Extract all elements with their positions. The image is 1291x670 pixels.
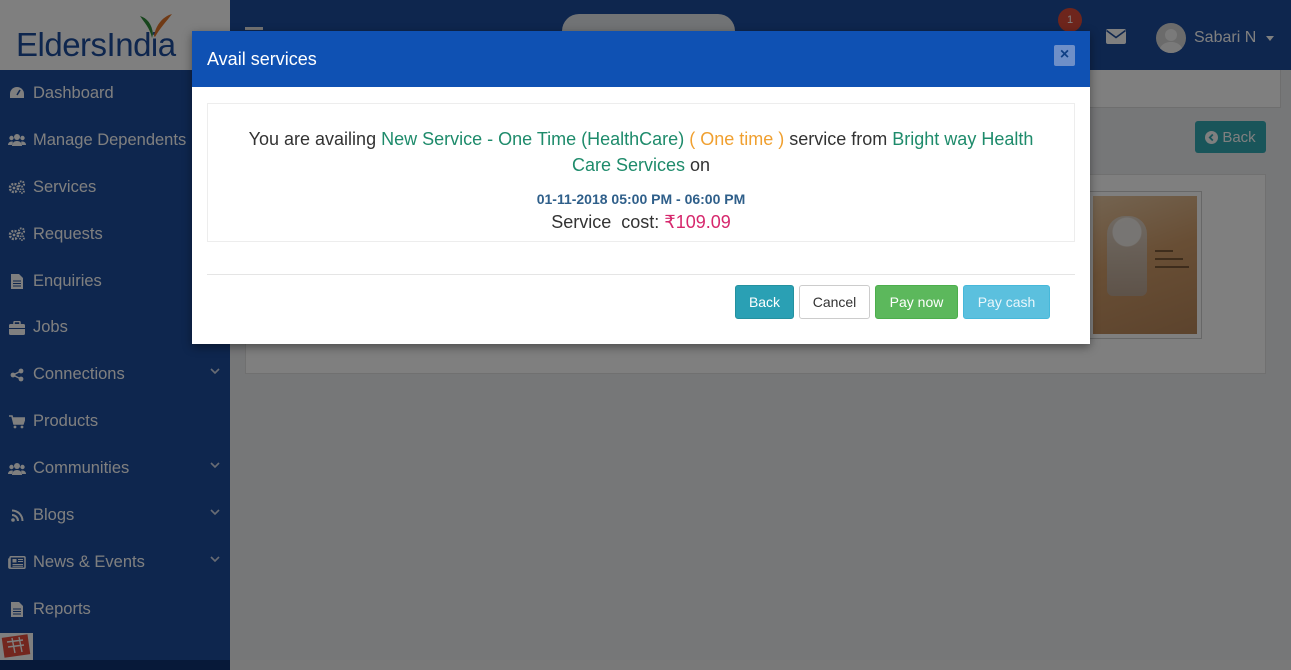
service-summary-box: You are availing New Service - One Time …: [207, 103, 1075, 242]
summary-suffix: on: [690, 155, 711, 175]
cost-value: ₹109.09: [664, 212, 731, 232]
close-icon[interactable]: ×: [1054, 45, 1075, 66]
modal-header: Avail services ×: [192, 31, 1090, 87]
pay-now-button[interactable]: Pay now: [875, 285, 958, 319]
modal-body: You are availing New Service - One Time …: [192, 87, 1090, 242]
cost-label: Service cost:: [551, 212, 660, 232]
service-cost: Service cost: ₹109.09: [208, 212, 1074, 233]
service-frequency: ( One time ): [689, 129, 785, 149]
service-datetime: 01-11-2018 05:00 PM - 06:00 PM: [536, 191, 746, 207]
service-summary-text: You are availing New Service - One Time …: [208, 126, 1074, 178]
back-button[interactable]: Back: [735, 285, 794, 319]
pay-cash-button[interactable]: Pay cash: [963, 285, 1050, 319]
modal-footer-divider: [207, 274, 1075, 275]
cancel-button[interactable]: Cancel: [799, 285, 870, 319]
avail-services-modal: Avail services × You are availing New Se…: [192, 31, 1090, 344]
summary-middle: service from: [789, 129, 888, 149]
modal-title: Avail services: [207, 49, 317, 69]
summary-prefix: You are availing: [248, 129, 377, 149]
service-name: New Service - One Time (HealthCare): [381, 129, 685, 149]
